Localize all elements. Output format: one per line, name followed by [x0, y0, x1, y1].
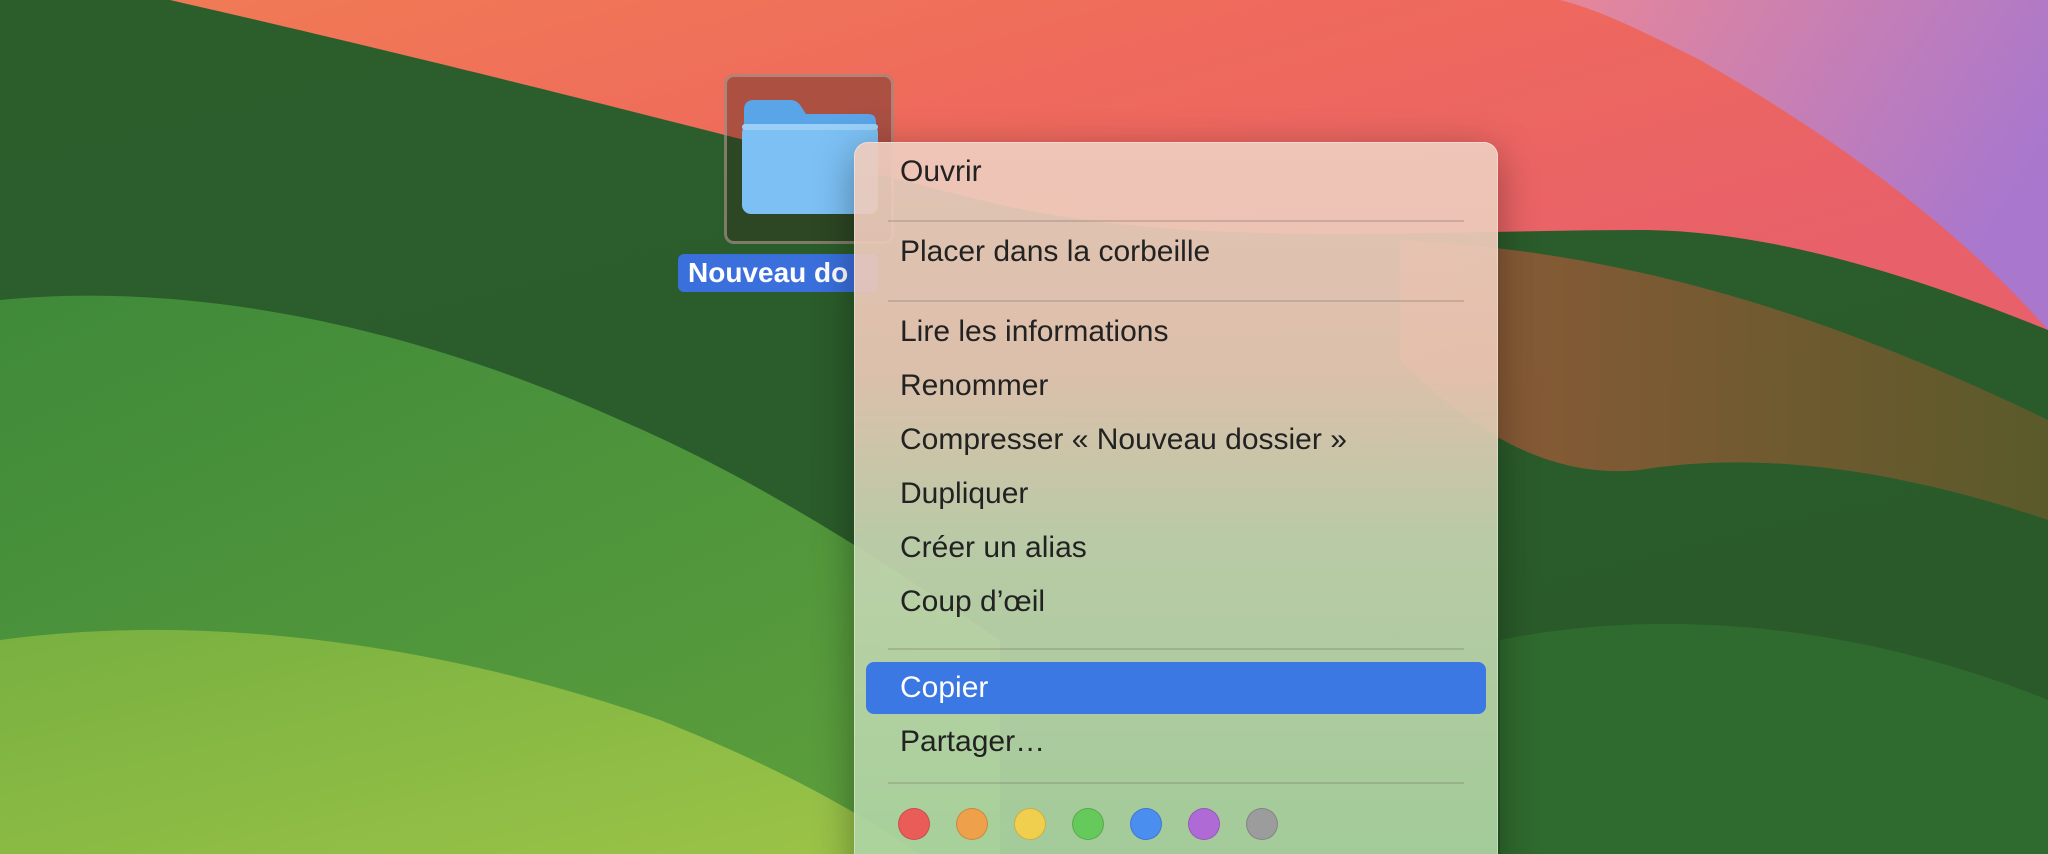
menu-separator [888, 782, 1464, 784]
tag-green-dot[interactable] [1072, 808, 1104, 840]
menu-item-quick-look[interactable]: Coup d’œil [866, 576, 1486, 628]
menu-item-compress[interactable]: Compresser « Nouveau dossier » [866, 414, 1486, 466]
folder-name-label[interactable]: Nouveau do [678, 254, 878, 292]
menu-item-get-info[interactable]: Lire les informations [866, 306, 1486, 358]
menu-separator [888, 648, 1464, 650]
tag-yellow-dot[interactable] [1014, 808, 1046, 840]
menu-item-open[interactable]: Ouvrir [866, 146, 1486, 198]
menu-separator [888, 220, 1464, 222]
tag-blue-dot[interactable] [1130, 808, 1162, 840]
tag-orange-dot[interactable] [956, 808, 988, 840]
tag-gray-dot[interactable] [1246, 808, 1278, 840]
menu-item-share[interactable]: Partager… [866, 716, 1486, 768]
menu-item-move-to-trash[interactable]: Placer dans la corbeille [866, 226, 1486, 278]
tag-red-dot[interactable] [898, 808, 930, 840]
tag-purple-dot[interactable] [1188, 808, 1220, 840]
context-menu: Ouvrir Placer dans la corbeille Lire les… [854, 142, 1498, 854]
menu-item-make-alias[interactable]: Créer un alias [866, 522, 1486, 574]
desktop: Nouveau do Ouvrir Placer dans la corbeil… [0, 0, 2048, 854]
menu-separator [888, 300, 1464, 302]
menu-item-rename[interactable]: Renommer [866, 360, 1486, 412]
menu-item-copy[interactable]: Copier [866, 662, 1486, 714]
menu-item-duplicate[interactable]: Dupliquer [866, 468, 1486, 520]
